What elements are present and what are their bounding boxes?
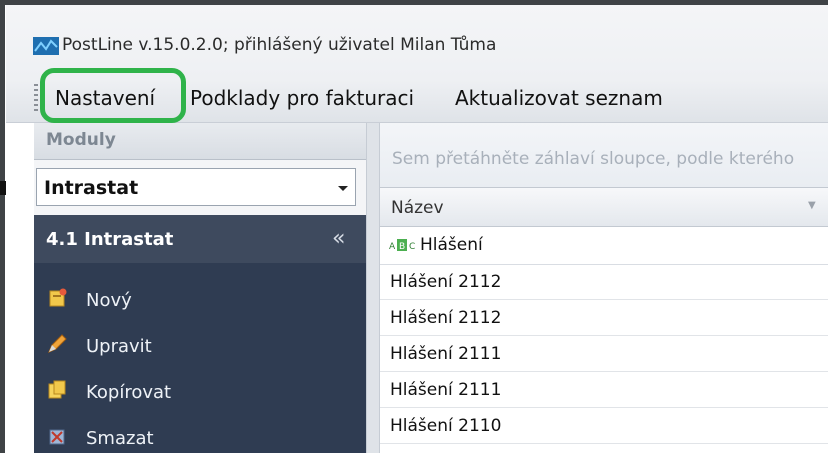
table-cell: Hlášení 2110 <box>390 416 502 436</box>
svg-text:A: A <box>389 242 396 252</box>
toolbar-grip[interactable] <box>34 84 38 114</box>
column-header-label: Název <box>391 198 444 218</box>
nav-item-novy[interactable]: Nový <box>34 278 366 324</box>
svg-text:C: C <box>409 242 415 252</box>
nav-item-label: Smazat <box>86 428 154 449</box>
group-by-hint: Sem přetáhněte záhlaví sloupce, podle kt… <box>392 149 795 169</box>
table-row[interactable]: Hlášení 2112 <box>380 300 828 336</box>
panel-splitter[interactable] <box>366 123 380 453</box>
menu-item-aktualizovat-seznam[interactable]: Aktualizovat seznam <box>455 86 663 110</box>
delete-icon <box>49 429 65 445</box>
edge-mark <box>0 181 6 195</box>
nav-item-label: Kopírovat <box>86 382 172 403</box>
nav-item-kopirovat[interactable]: Kopírovat <box>34 370 366 416</box>
modules-label: Moduly <box>46 130 116 150</box>
table-row[interactable]: Hlášení 2111 <box>380 336 828 372</box>
svg-text:B: B <box>399 242 405 252</box>
abc-filter-icon: A B C <box>389 239 415 252</box>
menu-item-podklady-pro-fakturaci[interactable]: Podklady pro fakturaci <box>190 86 414 110</box>
copy-icon <box>48 380 66 399</box>
nav-item-smazat[interactable]: Smazat <box>34 416 366 462</box>
table-row[interactable]: Hlášení 2111 <box>380 372 828 408</box>
column-header-nazev[interactable] <box>380 187 828 227</box>
highlight-annotation <box>40 68 186 123</box>
chevron-down-icon[interactable] <box>338 186 348 191</box>
filter-value: Hlášení <box>420 235 483 255</box>
edit-icon <box>48 334 67 353</box>
table-cell: Hlášení 2111 <box>390 380 502 400</box>
nav-item-upravit[interactable]: Upravit <box>34 324 366 370</box>
window-frame-left <box>0 0 5 453</box>
nav-section-title: 4.1 Intrastat <box>46 229 174 250</box>
table-cell: Hlášení 2112 <box>390 308 502 328</box>
table-cell: Hlášení 2112 <box>390 272 502 292</box>
new-icon <box>49 288 67 307</box>
app-icon <box>33 37 59 55</box>
collapse-icon[interactable]: « <box>332 226 345 251</box>
table-row[interactable]: Hlášení 2110 <box>380 408 828 444</box>
window-title: PostLine v.15.0.2.0; přihlášený uživatel… <box>62 35 497 55</box>
nav-item-label: Nový <box>86 290 132 311</box>
filter-icon[interactable]: ▼ <box>808 200 816 211</box>
table-cell: Hlášení 2111 <box>390 344 502 364</box>
module-select-value: Intrastat <box>44 177 139 199</box>
nav-item-label: Upravit <box>86 336 152 357</box>
table-row[interactable]: Hlášení 2112 <box>380 264 828 300</box>
